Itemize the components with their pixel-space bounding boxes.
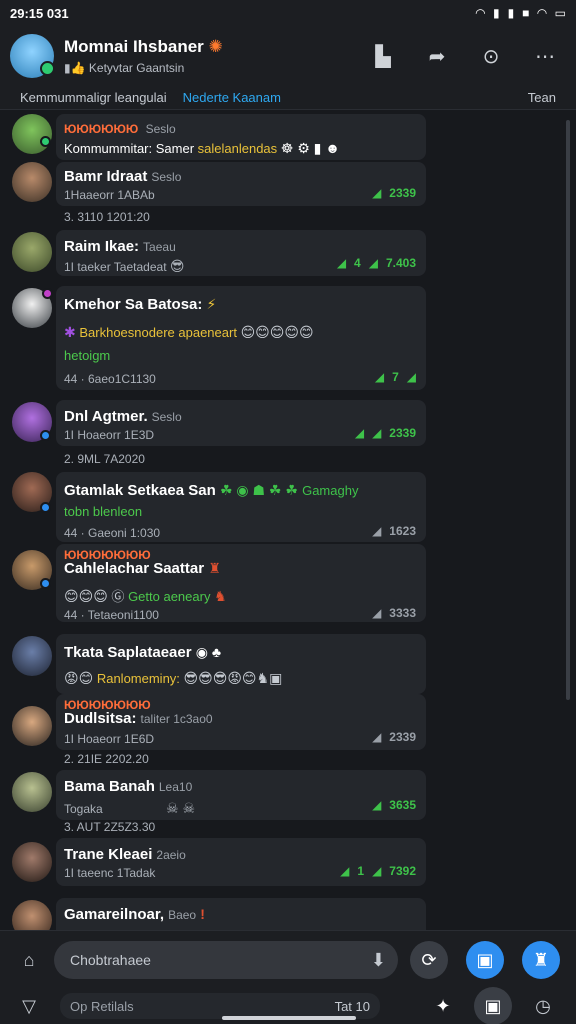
page-title: Momnai Ihsbaner ✺ [64, 37, 223, 56]
check-icon: Ⓖ [111, 589, 125, 604]
status-time: 29:15 031 [10, 5, 69, 21]
filter-icon[interactable]: ▽ [10, 987, 48, 1024]
list-item[interactable]: Gtamlak Setkaea San ☘ ◉ ☗ ☘ ☘ Gamaghy to… [56, 472, 426, 542]
list-item[interactable]: ЮЮЮЮЮЮ Seslo Kommummitar: Samer salelanl… [56, 114, 426, 160]
list-item[interactable]: ЮЮЮЮЮЮЮ Cahlelachar Saattar ♜ 😊😊😊 Ⓖ Gett… [56, 544, 426, 622]
status-badge [42, 288, 53, 299]
emoji-icon: ✱ [64, 324, 76, 340]
battery-icon: ■ [522, 6, 530, 20]
list-item[interactable]: ЮЮЮЮЮЮЮ Dudlsitsa: taliter 1c3ao0 1I Hoae… [56, 694, 426, 750]
chat-icon[interactable]: ▣ [466, 941, 504, 979]
leaf-icon: ◢ [372, 186, 382, 200]
composer: ⌂ Chobtrahaee ⬇ ⟳ ▣ ♜ ▽ Op Retilals Tat … [0, 930, 576, 1024]
wifi-icon: ◠ [475, 6, 485, 20]
status-badge [40, 136, 51, 147]
gift-icon[interactable]: ♜ [522, 941, 560, 979]
emoji-icon: ☠ ☠ [166, 800, 196, 816]
avatar[interactable] [12, 900, 52, 932]
emoji-icon: 😎😎😎😡😊♞▣ [183, 670, 283, 686]
list-item[interactable]: Raim Ikae: Taeau 1I taeker Taetadeat 😎 ◢ … [56, 230, 426, 276]
scrollbar[interactable] [566, 120, 570, 700]
header-subtitle: ▮👍 Ketyvtar Gaantsin [64, 61, 185, 75]
avatar[interactable] [12, 706, 52, 746]
status-badge [40, 578, 51, 589]
leaf-icon: ◢ [372, 426, 382, 440]
home-icon[interactable]: ⌂ [10, 941, 48, 979]
status-badge [40, 430, 51, 441]
list-item[interactable]: Kmehor Sa Batosa: ⚡ ✱ Barkhoesnodere apa… [56, 286, 426, 390]
tab-right[interactable]: Tean [528, 90, 556, 105]
emoji-icon: ♜ [208, 560, 221, 576]
leaf-icon: ◢ [354, 426, 365, 440]
battery-icon: ▭ [554, 6, 566, 20]
tab-active[interactable]: Nederte Kaanam [183, 90, 281, 105]
thumb-icon[interactable]: ▙ [370, 43, 396, 69]
status-bar: 29:15 031 ◠ ▮ ▮ ■ ◠ ▭ [0, 0, 576, 26]
emoji-icon: ☸ ⚙ ▮ ☻ [280, 140, 341, 156]
list-item[interactable]: Bamr Idraat Seslo 1Haaeorr 1ABAb ◢ 2339 [56, 162, 426, 206]
share-icon[interactable]: ➦ [424, 43, 450, 69]
avatar[interactable] [12, 232, 52, 272]
emoji-icon: 😡😊 [64, 670, 94, 686]
leaf-icon: ◢ [372, 864, 382, 878]
leaf-icon: ◢ [374, 370, 385, 384]
emoji-icon: 😊😊😊 [64, 588, 108, 604]
emoji-icon: ◉ ♣ [195, 644, 222, 660]
sun-icon: ✺ [208, 37, 223, 56]
leaf-icon: ◢ [406, 370, 416, 384]
mic-icon[interactable]: ⬇ [371, 950, 386, 971]
box-icon[interactable]: ▣ [474, 987, 512, 1024]
chat-header: Momnai Ihsbaner ✺ ▮👍 Ketyvtar Gaantsin ▙… [0, 26, 576, 86]
leaf-icon: ◢ [336, 256, 347, 270]
emoji-icon: 😎 [169, 258, 185, 274]
status-badge [40, 502, 51, 513]
pin-icon: ▮👍 [64, 61, 86, 75]
avatar[interactable] [10, 34, 55, 78]
list-item[interactable]: Trane Kleaei 2aeio 1I taeenc 1Tadak ◢ 1 ◢… [56, 838, 426, 886]
leaf-icon: ◢ [368, 256, 378, 270]
message-input[interactable]: Chobtrahaee ⬇ [54, 941, 398, 979]
star-icon[interactable]: ✦ [424, 987, 462, 1024]
emoji-icon: 😊😊😊😊😊 [240, 324, 314, 340]
leaf-icon: ◢ [372, 798, 382, 812]
avatar[interactable] [12, 162, 52, 202]
list-item[interactable]: Tkata Saplataeaer ◉ ♣ 😡😊 Ranlomeminy: 😎😎… [56, 634, 426, 694]
emoji-icon: ǃ [200, 906, 205, 922]
leaf-icon: ◢ [372, 730, 382, 744]
leaf-icon: ◢ [372, 524, 382, 538]
avatar[interactable] [12, 114, 52, 154]
leaf-icon: ◢ [372, 606, 382, 620]
avatar[interactable] [12, 636, 52, 676]
sticker-icon[interactable]: ⟳ [410, 941, 448, 979]
emoji-icon: ☘ ◉ ☗ ☘ ☘ [219, 482, 298, 498]
list-item[interactable]: Bama Banah Lea10 Togaka ☠ ☠ ◢ 3635 [56, 770, 426, 820]
avatar[interactable] [12, 842, 52, 882]
wifi-icon: ◠ [537, 6, 547, 20]
chat-list: ЮЮЮЮЮЮ Seslo Kommummitar: Samer salelanl… [0, 112, 576, 932]
more-icon[interactable]: ⋯ [532, 43, 558, 69]
list-item[interactable]: Dnl Agtmer. Seslo 1I Hoaeorr 1E3D ◢ ◢ 233… [56, 400, 426, 446]
emoji-icon: ⚡ [206, 296, 217, 312]
list-item[interactable]: Gamareilnoar, Baeo ǃ [56, 898, 426, 932]
tab-left[interactable]: Kemmummaligr leangulai [20, 90, 167, 105]
leaf-icon: ◢ [340, 864, 350, 878]
settings-icon[interactable]: ⊙ [478, 43, 504, 69]
signal-icon: ▮ [492, 6, 500, 20]
avatar[interactable] [12, 772, 52, 812]
clock-icon[interactable]: ◷ [524, 987, 562, 1024]
signal-icon: ▮ [507, 6, 515, 20]
emoji-icon: ♞ [214, 588, 227, 604]
home-indicator [222, 1016, 356, 1020]
tab-bar: Kemmummaligr leangulai Nederte Kaanam Te… [0, 86, 576, 110]
